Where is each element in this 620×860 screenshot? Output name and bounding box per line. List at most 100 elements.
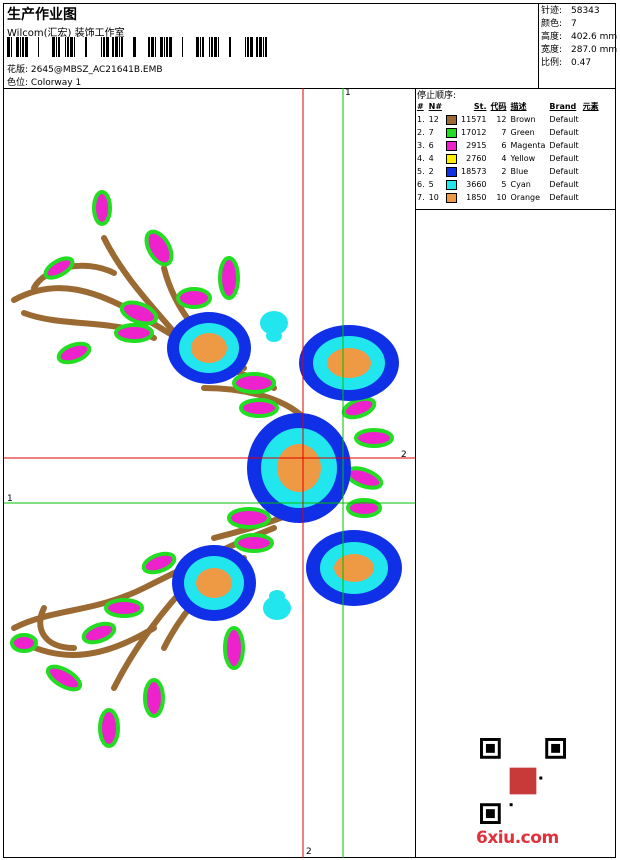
page-title: 生产作业图	[7, 7, 77, 23]
stat-height: 高度: 402.6 mm	[541, 32, 618, 42]
table-row: 3. 6 2915 6 Magenta Default	[415, 139, 601, 152]
table-row: 4. 4 2760 4 Yellow Default	[415, 152, 601, 165]
cell-code: 5	[501, 180, 507, 189]
cell-code: 2	[501, 167, 507, 176]
cell-elem	[581, 191, 601, 204]
design-file-value: 2645@MBSZ_AC21641B.EMB	[30, 65, 163, 75]
flower-upper-right	[299, 325, 399, 401]
cell-idx: 6.	[417, 180, 425, 189]
colorway-label: 色位:	[7, 78, 29, 88]
stat-width: 宽度: 287.0 mm	[541, 45, 618, 55]
cell-sw	[444, 152, 459, 165]
stat-stitches: 针迹: 58343	[541, 6, 600, 16]
cell-idx: 1.	[417, 115, 425, 124]
cell-desc: Green	[510, 128, 535, 137]
color-swatch	[446, 166, 458, 177]
stats-panel: 针迹: 58343 颜色: 7 高度: 402.6 mm 宽度: 287.0 mm 比例…	[541, 5, 617, 70]
colorway-line: 色位: Colorway 1	[7, 75, 81, 88]
cell-brand: Default	[549, 141, 579, 150]
design-file-line: 花版: 2645@MBSZ_AC21641B.EMB	[7, 62, 163, 75]
col-brand: Brand	[549, 102, 577, 111]
cell-idx: 3.	[417, 141, 425, 150]
flower-lower-right	[306, 530, 402, 606]
guide-label-v-green: 1	[345, 88, 351, 98]
cell-brand: Default	[549, 128, 579, 137]
cell-desc: Orange	[510, 193, 541, 202]
cell-code: 6	[501, 141, 507, 150]
cell-desc: Yellow	[510, 154, 536, 163]
col-element: 元素	[582, 102, 599, 111]
cell-n: 10	[428, 193, 439, 202]
cell-desc: Magenta	[510, 141, 546, 150]
cell-desc: Cyan	[510, 180, 531, 189]
embroidery-preview	[4, 88, 415, 858]
table-header-row: # N# St. 代码 描述 Brand 元素	[415, 100, 601, 113]
cell-st: 18573	[461, 167, 487, 176]
flower-center	[247, 413, 351, 523]
cell-desc: Brown	[510, 115, 536, 124]
flower-lower-left	[172, 545, 256, 621]
flower-group	[167, 311, 402, 621]
color-swatch	[446, 140, 458, 151]
cell-n: 7	[428, 128, 434, 137]
cell-n: 12	[428, 115, 439, 124]
cell-brand: Default	[549, 193, 579, 202]
cell-sw	[444, 178, 459, 191]
cell-code: 4	[501, 154, 507, 163]
cell-n: 6	[428, 141, 434, 150]
cell-sw	[444, 165, 459, 178]
watermark-logo: 6xiu.com	[476, 828, 559, 848]
flower-upper-left	[167, 312, 251, 384]
cell-st: 3660	[466, 180, 487, 189]
cell-n: 2	[428, 167, 434, 176]
cell-brand: Default	[549, 180, 579, 189]
colorway-value: Colorway 1	[30, 78, 82, 88]
qr-code	[480, 738, 566, 824]
color-swatch	[446, 127, 458, 138]
cell-idx: 5.	[417, 167, 425, 176]
cell-n: 5	[428, 180, 434, 189]
cell-st: 17012	[461, 128, 487, 137]
cell-elem	[581, 126, 601, 139]
col-needle: N#	[428, 102, 443, 111]
cell-elem	[581, 178, 601, 191]
cell-st: 2760	[466, 154, 487, 163]
bud-lower	[263, 590, 291, 620]
barcode	[7, 37, 267, 57]
table-row: 6. 5 3660 5 Cyan Default	[415, 178, 601, 191]
cell-idx: 4.	[417, 154, 425, 163]
stats-divider	[538, 3, 539, 88]
cell-code: 10	[496, 193, 507, 202]
table-row: 5. 2 18573 2 Blue Default	[415, 165, 601, 178]
cell-sw	[444, 139, 459, 152]
table-row: 1. 12 11571 12 Brown Default	[415, 113, 601, 126]
stat-colors: 颜色: 7	[541, 19, 577, 29]
cell-sw	[444, 191, 459, 204]
cell-brand: Default	[549, 167, 579, 176]
color-swatch	[446, 153, 458, 164]
table-divider	[415, 209, 616, 210]
cell-code: 12	[496, 115, 507, 124]
cell-elem	[581, 139, 601, 152]
cell-idx: 2.	[417, 128, 425, 137]
color-swatch	[446, 179, 458, 190]
bud-upper	[260, 311, 288, 342]
table-row: 7. 10 1850 10 Orange Default	[415, 191, 601, 204]
guide-label-h-red: 2	[401, 450, 407, 460]
col-swatch	[444, 100, 459, 113]
col-desc: 描述	[510, 102, 527, 111]
col-code: 代码	[490, 102, 507, 111]
cell-st: 11571	[461, 115, 487, 124]
col-index: #	[417, 102, 424, 111]
cell-st: 1850	[466, 193, 487, 202]
cell-n: 4	[428, 154, 434, 163]
cell-elem	[581, 113, 601, 126]
cell-code: 7	[501, 128, 507, 137]
cell-brand: Default	[549, 115, 579, 124]
guide-label-h-green: 1	[7, 494, 13, 504]
color-swatch	[446, 192, 458, 203]
cell-brand: Default	[549, 154, 579, 163]
color-swatch	[446, 114, 458, 125]
stop-sequence-table: # N# St. 代码 描述 Brand 元素 1. 12 11571 12 Brown…	[415, 100, 601, 204]
guide-label-v-red: 2	[306, 847, 312, 857]
